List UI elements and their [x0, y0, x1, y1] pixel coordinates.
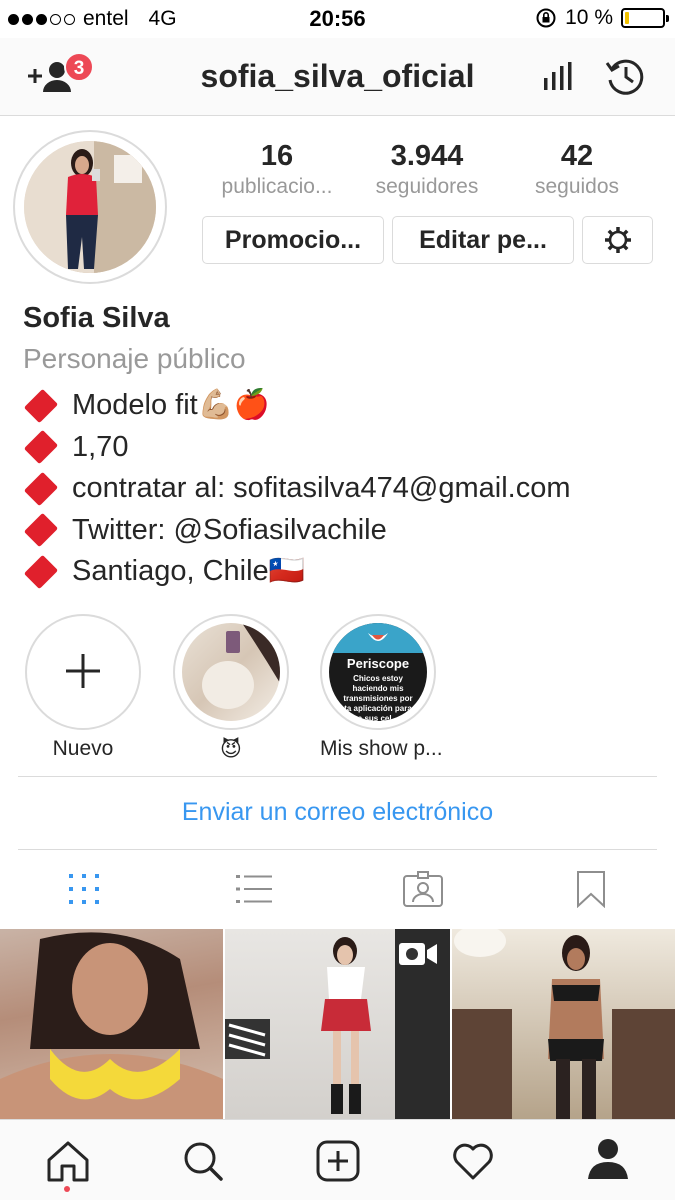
settings-button[interactable] [582, 216, 653, 264]
battery-icon [621, 8, 669, 28]
avatar-photo [24, 141, 156, 273]
periscope-logo-icon [368, 633, 388, 641]
stat-followers[interactable]: 3.944 seguidores [352, 140, 502, 199]
followers-label: seguidores [375, 175, 479, 198]
top-nav-bar: 3 sofia_silva_oficial [0, 38, 675, 116]
bio-line: Santiago, Chile🇨🇱 [23, 551, 570, 593]
profile-bio: Modelo fit💪🏼🍎 1,70 contratar al: sofitas… [23, 385, 570, 593]
posts-grid [0, 929, 675, 1119]
battery-percent: 10 % [565, 6, 613, 29]
highlight-circle [25, 614, 141, 730]
stat-following[interactable]: 42 seguidos [502, 140, 652, 199]
highlight-story[interactable]: 😈 [173, 614, 289, 762]
bio-text: Modelo fit💪🏼🍎 [72, 389, 270, 421]
red-diamond-icon [23, 554, 59, 589]
red-diamond-icon [23, 388, 59, 423]
periscope-title: Periscope [346, 656, 410, 671]
red-diamond-icon [23, 430, 59, 465]
plus-icon [66, 654, 100, 688]
highlight-new[interactable]: Nuevo [25, 614, 141, 761]
saved-icon[interactable] [576, 870, 606, 908]
stat-posts[interactable]: 16 publicacio... [202, 140, 352, 199]
archive-history-icon[interactable] [604, 56, 646, 96]
highlight-label: Mis show p... [320, 737, 443, 760]
gear-icon [604, 227, 631, 253]
bio-twitter-link[interactable]: Twitter: @Sofiasilvachile [72, 510, 387, 552]
home-icon[interactable] [46, 1140, 90, 1182]
send-email-button[interactable]: Enviar un correo electrónico [0, 798, 675, 827]
red-diamond-icon [23, 513, 59, 548]
profile-avatar[interactable] [13, 130, 167, 284]
following-count: 42 [560, 140, 594, 172]
highlight-circle: Periscope Chicos estoy haciendo mis tran… [320, 614, 436, 730]
bio-line: Modelo fit💪🏼🍎 [23, 385, 570, 427]
posts-count: 16 [260, 140, 294, 172]
bio-text: Santiago, Chile🇨🇱 [72, 555, 305, 587]
highlight-label: Nuevo [52, 737, 114, 760]
insights-icon[interactable] [542, 62, 574, 92]
rotation-lock-icon [536, 8, 556, 28]
red-diamond-icon [23, 471, 59, 506]
bio-line: 1,70 [23, 427, 570, 469]
highlight-label: 😈 [220, 738, 242, 761]
bottom-tab-bar [0, 1119, 675, 1200]
highlight-circle [173, 614, 289, 730]
divider [18, 776, 657, 777]
highlight-thumbnail [182, 623, 280, 721]
grid-icon[interactable] [68, 873, 100, 905]
profile-tabs [0, 850, 675, 928]
post-thumbnail[interactable] [0, 929, 223, 1119]
list-icon[interactable] [236, 874, 272, 904]
search-icon[interactable] [182, 1140, 224, 1182]
promote-button[interactable]: Promocio... [202, 216, 384, 264]
video-icon [399, 943, 437, 965]
highlight-thumbnail: Periscope Chicos estoy haciendo mis tran… [329, 623, 427, 721]
post-thumbnail[interactable] [452, 929, 675, 1119]
status-bar: entel 4G 20:56 10 % [0, 0, 675, 38]
profile-icon[interactable] [586, 1138, 630, 1180]
following-label: seguidos [534, 175, 620, 198]
add-post-icon[interactable] [316, 1140, 360, 1182]
bio-email-link[interactable]: contratar al: sofitasilva474@gmail.com [72, 468, 570, 510]
posts-label: publicacio... [221, 175, 333, 198]
highlight-periscope[interactable]: Periscope Chicos estoy haciendo mis tran… [320, 614, 443, 761]
periscope-text: Chicos estoy haciendo mis transmisiones … [335, 674, 421, 721]
status-right: 10 % [535, 6, 669, 30]
edit-profile-button[interactable]: Editar pe... [392, 216, 574, 264]
heart-icon[interactable] [451, 1142, 495, 1180]
profile-category: Personaje público [23, 343, 246, 374]
post-thumbnail-video[interactable] [225, 929, 450, 1119]
bio-text: 1,70 [72, 430, 129, 463]
followers-count: 3.944 [390, 140, 464, 172]
profile-name: Sofia Silva [23, 302, 170, 334]
bio-line: contratar al: sofitasilva474@gmail.com [23, 468, 570, 510]
tagged-icon[interactable] [402, 870, 444, 908]
home-activity-dot [64, 1186, 70, 1192]
bio-line: Twitter: @Sofiasilvachile [23, 510, 570, 552]
